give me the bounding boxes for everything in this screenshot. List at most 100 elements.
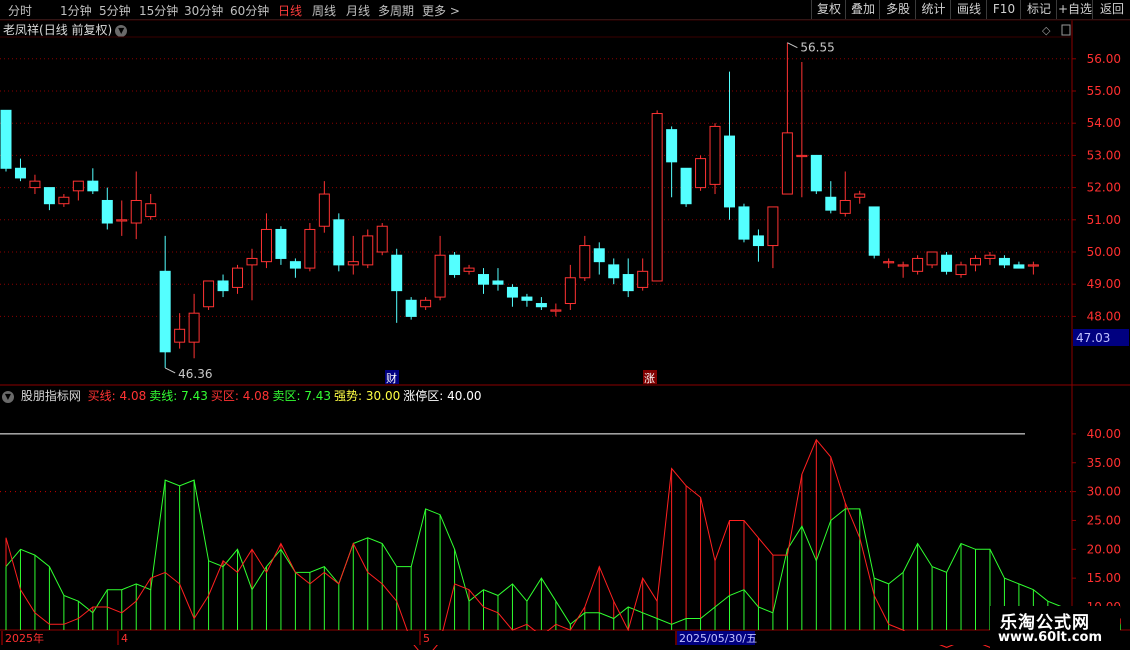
candle — [362, 229, 374, 269]
candle — [449, 252, 461, 278]
indicator-item-value: 7.43 — [300, 389, 332, 403]
candle — [232, 264, 244, 294]
indicator-name[interactable]: 股朋指标网 — [21, 389, 81, 403]
candle — [637, 258, 649, 291]
candle — [260, 213, 272, 269]
candle — [101, 187, 113, 230]
indicator-tick-label: 20.00 — [1087, 542, 1121, 556]
candle — [550, 303, 562, 317]
candle — [810, 154, 822, 195]
candle — [926, 251, 938, 269]
indicator-menu-icon[interactable]: ▼ — [2, 390, 14, 403]
candle — [29, 174, 41, 195]
indicator-item-label: 涨停区: — [403, 389, 444, 403]
candle — [564, 264, 576, 310]
date-label: 2025年 — [5, 631, 44, 645]
date-label: 4 — [121, 632, 128, 645]
indicator-item: 卖线: 7.43 — [149, 389, 208, 403]
candle — [434, 235, 446, 301]
limit-up-marker: 涨 — [644, 372, 655, 385]
indicator-legend: ▼ 股朋指标网 买线: 4.08 卖线: 7.43 买区: 4.08 卖区: 7.43… — [2, 387, 487, 404]
candle — [854, 190, 866, 204]
candle — [521, 293, 533, 307]
candle — [333, 213, 345, 272]
candle — [955, 261, 967, 278]
candle — [289, 258, 301, 278]
watermark: 乐淘公式网 www.60lt.com — [990, 606, 1120, 650]
price-tick-label: 54.00 — [1087, 116, 1121, 130]
price-tick-label: 56.00 — [1087, 52, 1121, 66]
indicator-item: 涨停区: 40.00 — [403, 389, 481, 403]
diamond-icon: ◇ — [1042, 24, 1051, 37]
window-icon — [1061, 24, 1071, 36]
candle — [304, 223, 316, 272]
candle — [174, 313, 186, 349]
candle — [188, 293, 200, 359]
indicator-item-value: 7.43 — [177, 389, 208, 403]
candle — [825, 181, 837, 214]
indicator-item-value: 4.08 — [115, 389, 147, 403]
candle — [275, 226, 287, 265]
indicator-item-value: 30.00 — [362, 389, 401, 403]
candle — [405, 297, 417, 320]
high-price-label: 56.55 — [800, 41, 834, 55]
indicator-axis: 40.0035.0030.0025.0020.0015.0010.00 — [1072, 427, 1121, 614]
watermark-url: www.60lt.com — [998, 630, 1103, 645]
current-price-label: 47.03 — [1076, 331, 1110, 345]
price-tick-label: 53.00 — [1087, 148, 1121, 162]
candle — [376, 223, 388, 256]
candle — [897, 261, 909, 278]
candle — [130, 171, 142, 240]
price-axis: 56.00 55.00 54.00 53.00 52.00 51.00 50.00 49.00… — [1072, 52, 1129, 346]
candle — [217, 274, 229, 298]
candle — [680, 167, 692, 207]
price-tick-label: 55.00 — [1087, 84, 1121, 98]
candle — [709, 123, 721, 195]
indicator-item-label: 卖线: — [149, 389, 178, 403]
candle — [839, 171, 851, 217]
candle — [868, 206, 880, 259]
indicator-tick-label: 30.00 — [1087, 485, 1121, 499]
candle — [998, 255, 1010, 269]
indicator-item-value: 40.00 — [443, 389, 482, 403]
indicator-item-label: 买线: — [87, 389, 116, 403]
candle — [535, 297, 547, 310]
candle — [608, 258, 620, 285]
candle — [203, 280, 215, 310]
candle — [912, 255, 924, 275]
buy-line — [5, 438, 1121, 650]
indicator-item: 强势: 30.00 — [334, 389, 400, 403]
indicator-values: 买线: 4.08 卖线: 7.43 买区: 4.08 卖区: 7.43 强势: 30.0… — [88, 389, 485, 403]
candle — [941, 252, 953, 275]
price-tick-label: 50.00 — [1087, 245, 1121, 259]
candle — [1013, 261, 1025, 269]
candle — [1027, 261, 1039, 275]
candle — [969, 255, 981, 272]
candle — [246, 248, 258, 301]
candle — [58, 194, 70, 207]
candle — [752, 229, 764, 262]
price-tick-label: 51.00 — [1087, 213, 1121, 227]
candle — [666, 126, 678, 198]
candle — [478, 268, 490, 294]
candle — [984, 252, 996, 265]
candle — [781, 42, 793, 195]
candle — [622, 258, 634, 298]
candle — [506, 284, 518, 307]
indicator-tick-label: 25.00 — [1087, 513, 1121, 527]
candle — [883, 258, 895, 269]
indicator-series — [5, 438, 1121, 650]
kline-chart: 56.00 55.00 54.00 53.00 52.00 51.00 50.00 49.00… — [0, 19, 1130, 650]
date-label: 2025/05/30/五 — [679, 632, 757, 645]
indicator-item: 买区: 4.08 — [211, 389, 270, 403]
candle — [738, 203, 750, 243]
date-axis: 2025年 4 5 2025/05/30/五 — [0, 631, 1072, 645]
indicator-item-value: 4.08 — [238, 389, 270, 403]
candle — [347, 235, 359, 275]
candle — [593, 242, 605, 275]
candle — [87, 168, 99, 195]
candle — [116, 200, 128, 236]
candle — [695, 155, 707, 191]
finance-marker: 财 — [386, 371, 397, 385]
indicator-item-label: 强势: — [334, 389, 363, 403]
